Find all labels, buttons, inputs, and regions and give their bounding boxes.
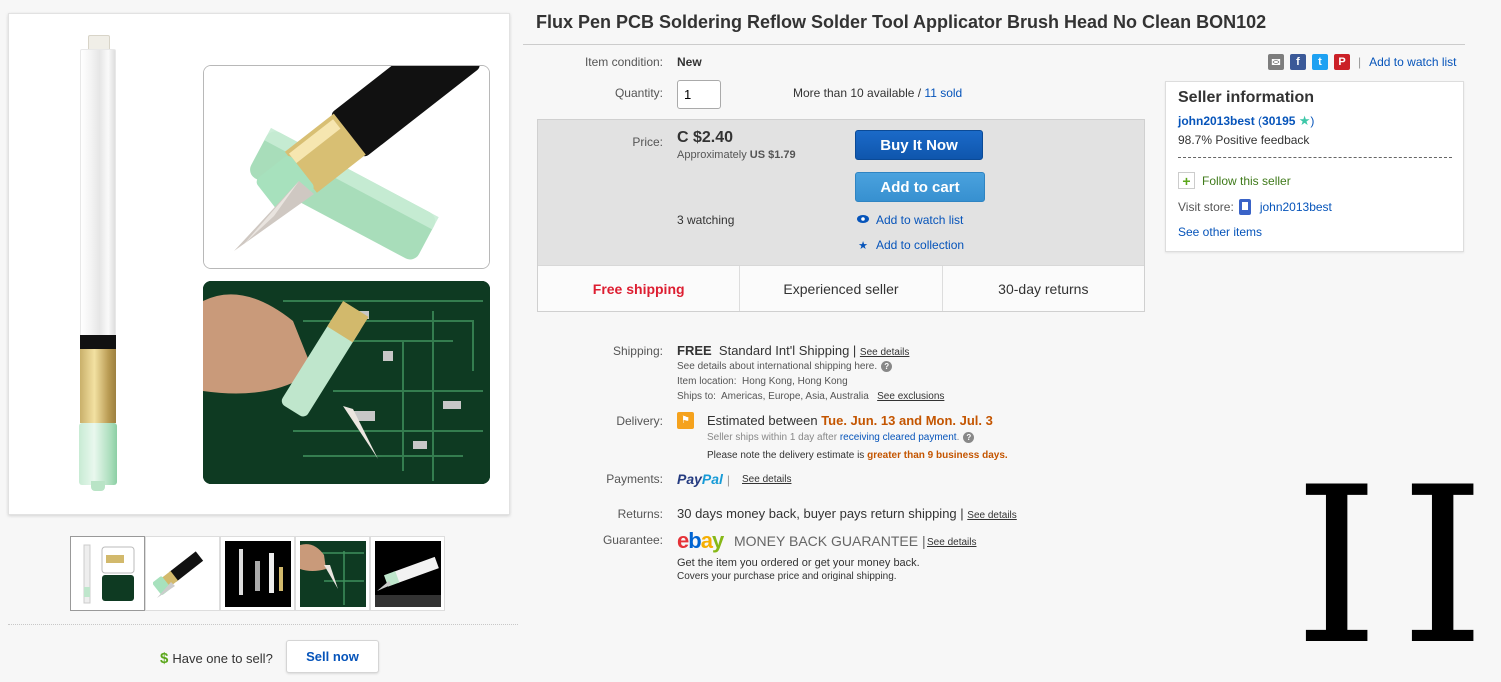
seller-info-title: Seller information xyxy=(1178,89,1315,106)
price-value: C $2.40 xyxy=(677,129,734,146)
share-bar: ✉ f t P | Add to watch list xyxy=(1268,54,1457,70)
shipping-see-details-link[interactable]: See details xyxy=(860,347,909,358)
product-closeup-image xyxy=(203,65,490,269)
item-location: Item location: Hong Kong, Hong Kong xyxy=(677,376,848,387)
help-icon[interactable]: ? xyxy=(963,432,975,443)
title-divider xyxy=(523,44,1465,45)
add-to-watch-list-link[interactable]: Add to watch list xyxy=(855,213,963,227)
dollar-icon: $ xyxy=(160,650,169,667)
add-to-collection-link[interactable]: ★ Add to collection xyxy=(855,238,964,252)
item-condition-label: Item condition: xyxy=(584,55,663,69)
buy-it-now-button[interactable]: Buy It Now xyxy=(855,130,983,160)
help-icon[interactable]: ? xyxy=(881,361,893,372)
thumbnail-5[interactable] xyxy=(370,536,445,611)
badge-bar: Free shipping Experienced seller 30-day … xyxy=(538,265,1144,311)
product-in-use-image xyxy=(203,281,490,484)
seller-ships-within: Seller ships within 1 day after receivin… xyxy=(707,432,975,443)
email-icon[interactable]: ✉ xyxy=(1268,54,1284,70)
sold-link[interactable]: 11 sold xyxy=(924,86,962,100)
flag-icon: ⚑ xyxy=(677,412,694,429)
payments-see-details-link[interactable]: See details xyxy=(742,474,791,485)
returns-policy: 30 days money back, buyer pays return sh… xyxy=(677,506,1017,521)
seller-divider xyxy=(1178,157,1452,158)
price-label: Price: xyxy=(632,135,663,149)
delivery-estimate: Estimated between Tue. Jun. 13 and Mon. … xyxy=(707,413,993,428)
store-icon xyxy=(1238,199,1251,215)
delivery-note: Please note the delivery estimate is gre… xyxy=(707,450,1008,461)
guarantee-label: Guarantee: xyxy=(602,533,663,547)
quantity-label: Quantity: xyxy=(614,86,663,100)
badge-free-shipping: Free shipping xyxy=(538,266,741,311)
paypal-logo: PayPal | xyxy=(677,471,730,487)
seller-username-link[interactable]: john2013best xyxy=(1178,114,1255,128)
thumbnail-1[interactable] xyxy=(70,536,145,611)
availability: More than 10 available / 11 sold xyxy=(793,86,963,100)
flux-pen-image xyxy=(74,35,120,491)
delivery-label: Delivery: xyxy=(616,414,663,428)
ebay-logo: ebay xyxy=(677,528,724,553)
money-back-guarantee: MONEY BACK GUARANTEE | xyxy=(734,533,926,549)
have-one-to-sell: $ Have one to sell? xyxy=(160,650,273,667)
page-title: Flux Pen PCB Soldering Reflow Solder Too… xyxy=(536,12,1267,32)
follow-seller-link[interactable]: + Follow this seller xyxy=(1178,172,1291,189)
twitter-icon[interactable]: t xyxy=(1312,54,1328,70)
intl-shipping-note: See details about international shipping… xyxy=(677,361,893,372)
returns-label: Returns: xyxy=(617,507,663,521)
quantity-input[interactable] xyxy=(677,80,721,109)
ships-to: Ships to: Americas, Europe, Asia, Austra… xyxy=(677,391,945,402)
facebook-icon[interactable]: f xyxy=(1290,54,1306,70)
badge-experienced-seller: Experienced seller xyxy=(740,266,943,311)
seller-username-row: john2013best (30195 ★) xyxy=(1178,113,1315,128)
share-add-to-watch-list-link[interactable]: Add to watch list xyxy=(1369,55,1456,69)
thumbnail-strip xyxy=(70,536,445,611)
cleared-payment-link[interactable]: receiving cleared payment xyxy=(840,432,957,443)
eye-icon xyxy=(855,214,871,226)
thumbnail-3[interactable] xyxy=(220,536,295,611)
shipping-summary: FREE Standard Int'l Shipping | See detai… xyxy=(677,343,910,358)
star-icon: ★ xyxy=(1298,113,1311,128)
visit-store-row: Visit store: john2013best xyxy=(1178,199,1332,215)
text-cursor-icon: I xyxy=(1400,441,1486,682)
divider xyxy=(8,624,518,625)
see-other-items-link[interactable]: See other items xyxy=(1178,225,1262,239)
sell-now-button[interactable]: Sell now xyxy=(286,640,379,673)
thumbnail-2[interactable] xyxy=(145,536,220,611)
guarantee-see-details-link[interactable]: See details xyxy=(927,537,976,548)
see-exclusions-link[interactable]: See exclusions xyxy=(877,391,944,402)
thumbnail-4[interactable] xyxy=(295,536,370,611)
watching-count: 3 watching xyxy=(677,213,735,227)
guarantee-line-2: Covers your purchase price and original … xyxy=(677,571,897,582)
positive-feedback: 98.7% Positive feedback xyxy=(1178,133,1310,147)
returns-see-details-link[interactable]: See details xyxy=(967,510,1016,521)
badge-returns: 30-day returns xyxy=(998,280,1089,297)
pinterest-icon[interactable]: P xyxy=(1334,54,1350,70)
store-link[interactable]: john2013best xyxy=(1260,200,1332,214)
guarantee-line-1: Get the item you ordered or get your mon… xyxy=(677,557,920,569)
star-icon: ★ xyxy=(858,239,868,252)
shipping-label: Shipping: xyxy=(612,344,663,358)
add-to-cart-button[interactable]: Add to cart xyxy=(855,172,985,202)
plus-icon: + xyxy=(1178,172,1195,189)
approx-price: Approximately US $1.79 xyxy=(677,149,796,161)
text-cursor-icon: I xyxy=(1294,441,1380,682)
feedback-score-link[interactable]: 30195 xyxy=(1262,114,1295,128)
item-condition-value: New xyxy=(677,55,702,69)
payments-label: Payments: xyxy=(606,472,663,486)
